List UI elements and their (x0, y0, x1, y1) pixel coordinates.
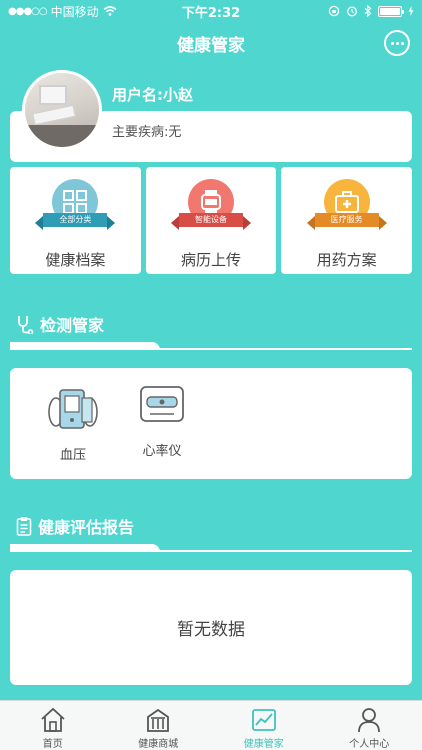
report-section-title: 健康评估报告 (16, 514, 134, 538)
user-icon (358, 708, 381, 733)
page-title: 健康管家 (177, 35, 245, 56)
main-disease: 主要疾病:无 (112, 125, 182, 140)
alarm-icon (347, 6, 357, 17)
status-bar: ●●●○○ 中国移动 下午2:32 (0, 0, 422, 22)
feature-label: 健康档案 (45, 251, 106, 269)
avatar-photo-screen (39, 85, 67, 105)
health-records-card[interactable]: 全部分类 健康档案 (10, 167, 141, 274)
report-section-label: 健康评估报告 (38, 518, 135, 537)
stethoscope-icon (18, 316, 34, 334)
nav-bar: 健康管家 (0, 22, 422, 64)
feature-label: 病历上传 (181, 251, 242, 269)
tab-home[interactable]: 首页 (0, 701, 106, 750)
heart-rate-device[interactable]: 心率仪 (127, 384, 197, 459)
smartwatch-icon (201, 190, 221, 214)
tab-health-manager[interactable]: 健康管家 (211, 701, 317, 750)
signal-icon: ●●●○○ (8, 5, 48, 17)
medication-plan-card[interactable]: 医疗服务 用药方案 (281, 167, 413, 274)
badge-ribbon: 全部分类 (35, 213, 116, 230)
mall-icon (147, 708, 170, 732)
blood-pressure-device[interactable]: 血压 (38, 384, 108, 463)
report-card: 暂无数据 (10, 570, 412, 685)
status-right (328, 5, 414, 17)
section-divider (10, 550, 412, 552)
username: 用户名:小赵 (112, 86, 193, 104)
tab-label: 健康商城 (138, 739, 179, 750)
monitor-section-title: 检测管家 (16, 312, 104, 336)
badge: 全部分类 (35, 179, 116, 241)
badge: 医疗服务 (306, 179, 387, 241)
charging-icon (408, 6, 414, 16)
wifi-icon (103, 6, 117, 16)
empty-state-text: 暂无数据 (177, 620, 245, 640)
feature-row: 全部分类 健康档案 智能设备 病历上传 医疗服务 用药方案 (10, 167, 413, 274)
medical-record-upload-card[interactable]: 智能设备 病历上传 (145, 167, 277, 274)
tab-bar: 首页 健康商城 健康管家 个人中心 (0, 700, 422, 750)
avatar-photo-desk (25, 125, 99, 147)
chat-bubble-icon (390, 41, 394, 45)
tab-label: 健康管家 (243, 739, 284, 750)
chat-dot (400, 41, 404, 45)
feature-label: 用药方案 (316, 251, 377, 269)
monitor-section-label: 检测管家 (40, 316, 105, 335)
tab-personal-center[interactable]: 个人中心 (317, 701, 422, 750)
device-label: 心率仪 (142, 444, 182, 459)
tab-label: 个人中心 (349, 739, 390, 750)
avatar-photo-keyboard (32, 104, 76, 126)
orientation-lock-icon (328, 5, 340, 17)
device-label: 血压 (59, 448, 86, 463)
badge: 智能设备 (171, 179, 251, 241)
blood-pressure-monitor-icon (48, 389, 98, 429)
medkit-icon (334, 191, 359, 213)
tab-mall[interactable]: 健康商城 (106, 701, 212, 750)
bluetooth-icon (364, 5, 372, 17)
clipboard-icon (16, 517, 32, 536)
tab-label: 首页 (42, 739, 63, 750)
chat-button[interactable] (384, 30, 410, 56)
badge-ribbon: 智能设备 (171, 213, 251, 230)
health-chart-icon (251, 709, 276, 731)
device-card: 血压 心率仪 (10, 368, 412, 479)
heart-rate-monitor-icon (140, 386, 184, 422)
home-icon (41, 707, 65, 732)
status-left: ●●●○○ 中国移动 (8, 3, 117, 20)
badge-ribbon: 医疗服务 (306, 213, 387, 230)
battery-icon (378, 5, 404, 17)
section-divider (10, 348, 412, 350)
carrier-label: 中国移动 (50, 4, 99, 19)
chat-dot (395, 41, 399, 45)
avatar[interactable] (22, 70, 102, 150)
grid-icon (63, 190, 88, 214)
